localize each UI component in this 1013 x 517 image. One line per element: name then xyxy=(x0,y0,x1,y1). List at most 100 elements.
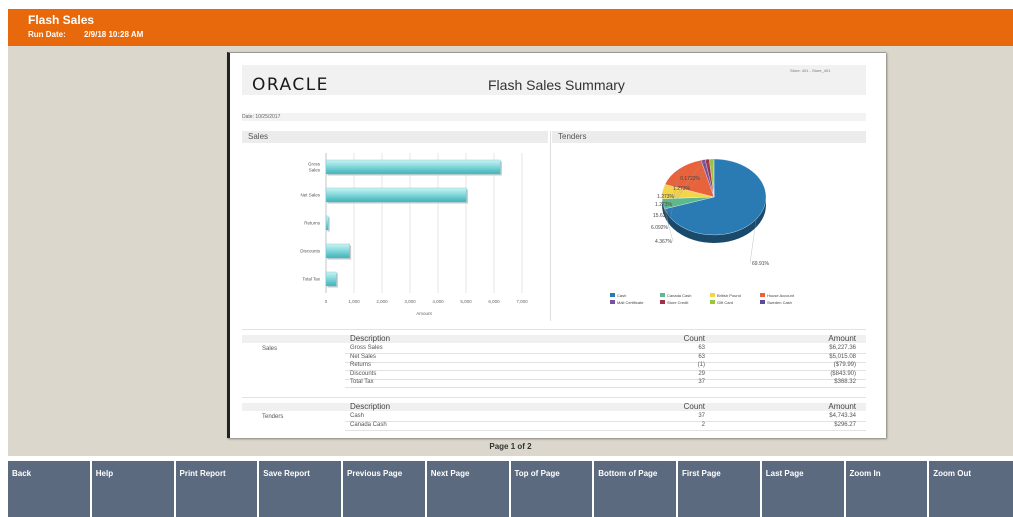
page-indicator: Page 1 of 2 xyxy=(489,442,532,451)
report-viewer[interactable]: ORACLE Flash Sales Summary Store: 401 - … xyxy=(8,46,1013,456)
next-page-button[interactable]: Next Page xyxy=(426,461,511,517)
legend-swatch xyxy=(610,300,615,304)
legend-swatch xyxy=(660,293,665,297)
category-label: Discounts xyxy=(300,249,321,254)
x-tick-label: 7,000 xyxy=(516,299,528,304)
category-label: Net Sales xyxy=(300,193,320,198)
bottom-of-page-button[interactable]: Bottom of Page xyxy=(594,461,678,517)
bar-gross-sales xyxy=(325,159,501,175)
previous-page-button[interactable]: Previous Page xyxy=(343,461,427,517)
x-tick-label: 6,000 xyxy=(488,299,500,304)
pie-slice-label: 1.273% xyxy=(673,186,691,192)
zoom-in-button[interactable]: Zoom In xyxy=(845,461,930,517)
button-label: Back xyxy=(12,469,32,478)
run-date-value: 2/9/18 10:28 AM xyxy=(84,30,144,39)
bar-discounts xyxy=(325,243,350,259)
legend-swatch xyxy=(760,293,765,297)
category-label: Total Tax xyxy=(302,277,320,282)
bar-net-sales xyxy=(325,187,467,203)
store-label: Store: 401 - Store_401 xyxy=(790,68,831,73)
x-axis-label: Amount xyxy=(416,311,432,316)
legend-label: Canada Cash xyxy=(667,293,691,298)
pie-slice-label: 69.91% xyxy=(752,261,770,267)
button-label: Next Page xyxy=(430,469,470,478)
pie-slice-label: 0.1722% xyxy=(680,176,700,182)
bar-returns xyxy=(325,215,329,231)
button-label: Zoom In xyxy=(849,469,881,478)
button-label: Save Report xyxy=(263,469,310,478)
legend-swatch xyxy=(660,300,665,304)
legend-label: Mall Certificate xyxy=(617,300,644,305)
chart-divider xyxy=(550,131,551,321)
sales-col-count: Count xyxy=(683,334,705,343)
tender-row-count: 2 xyxy=(701,421,705,428)
tenders-col-count: Count xyxy=(683,402,705,411)
sales-row-description: Returns xyxy=(350,362,372,369)
table-divider xyxy=(242,329,866,330)
row-separator xyxy=(345,387,866,389)
legend-label: House Account xyxy=(767,293,795,298)
sales-col-amount: Amount xyxy=(828,334,856,343)
x-tick-label: 5,000 xyxy=(460,299,472,304)
report-date: Date: 10/25/2017 xyxy=(242,114,281,120)
pie-slice-label: 4.367% xyxy=(655,239,673,245)
button-label: Zoom Out xyxy=(933,469,972,478)
pie-slice-label: 6.092% xyxy=(651,225,669,231)
sales-row-description: Total Tax xyxy=(350,379,374,386)
legend-label: Store Credit xyxy=(667,300,689,305)
sales-bar-chart: 0 1,000 2,000 3,000 4,000 5,000 6,000 7,000 Amou… xyxy=(300,153,528,316)
sales-table-section-label: Sales xyxy=(262,346,278,352)
x-tick-label: 3,000 xyxy=(404,299,416,304)
x-tick-label: 0 xyxy=(325,299,328,304)
save-report-button[interactable]: Save Report xyxy=(259,461,343,517)
button-label: Top of Page xyxy=(514,469,560,478)
tenders-col-description: Description xyxy=(350,402,391,411)
legend-swatch xyxy=(760,300,765,304)
tender-row-description: Cash xyxy=(350,413,365,419)
button-label: Print Report xyxy=(179,469,226,478)
sales-row-amount: $5,015.08 xyxy=(829,353,856,360)
title-bar: Flash Sales Run Date: 2/9/18 10:28 AM xyxy=(8,9,1013,46)
tender-row-amount: $296.27 xyxy=(834,421,856,428)
sales-row-description: Discounts xyxy=(350,370,377,377)
sales-row-amount: $368.32 xyxy=(834,379,856,386)
legend-swatch xyxy=(610,293,615,297)
legend-label: Cash xyxy=(617,293,626,298)
help-button[interactable]: Help xyxy=(91,461,176,517)
print-report-button[interactable]: Print Report xyxy=(175,461,260,517)
tenders-section-label: Tenders xyxy=(558,132,587,141)
run-date-label: Run Date: xyxy=(28,30,66,39)
sales-row-amount: ($79.99) xyxy=(833,362,856,369)
sales-row-count: 63 xyxy=(698,345,705,351)
report-page[interactable]: ORACLE Flash Sales Summary Store: 401 - … xyxy=(227,52,886,438)
tenders-table-section-label: Tenders xyxy=(262,414,284,420)
last-page-button[interactable]: Last Page xyxy=(761,461,846,517)
legend-swatch xyxy=(710,300,715,304)
bottom-toolbar: Back Help Print Report Save Report Previous … xyxy=(8,461,1013,517)
sales-row-description: Gross Sales xyxy=(350,345,383,351)
button-label: First Page xyxy=(682,469,721,478)
category-label: Sales xyxy=(309,168,321,173)
button-label: Previous Page xyxy=(347,469,403,478)
legend-label: Gift Card xyxy=(717,300,733,305)
sales-row-count: 63 xyxy=(698,353,705,360)
x-tick-label: 2,000 xyxy=(376,299,388,304)
legend-label: British Pound xyxy=(717,293,741,298)
category-label: Returns xyxy=(304,221,321,226)
button-label: Last Page xyxy=(765,469,804,478)
tender-row-amount: $4,743.34 xyxy=(829,413,856,419)
x-tick-label: 1,000 xyxy=(348,299,360,304)
pie-slice-label: 1.273% xyxy=(655,202,673,208)
back-button[interactable]: Back xyxy=(8,461,92,517)
app-title: Flash Sales xyxy=(28,13,95,27)
tender-row-count: 37 xyxy=(698,413,705,419)
button-label: Bottom of Page xyxy=(598,469,658,478)
tender-row-description: Canada Cash xyxy=(350,421,387,428)
top-of-page-button[interactable]: Top of Page xyxy=(510,461,595,517)
first-page-button[interactable]: First Page xyxy=(678,461,762,517)
zoom-out-button[interactable]: Zoom Out xyxy=(929,461,1013,517)
oracle-logo: ORACLE xyxy=(252,75,329,95)
sales-row-count: 29 xyxy=(698,370,705,377)
legend-swatch xyxy=(710,293,715,297)
bar-total-tax xyxy=(325,271,337,287)
